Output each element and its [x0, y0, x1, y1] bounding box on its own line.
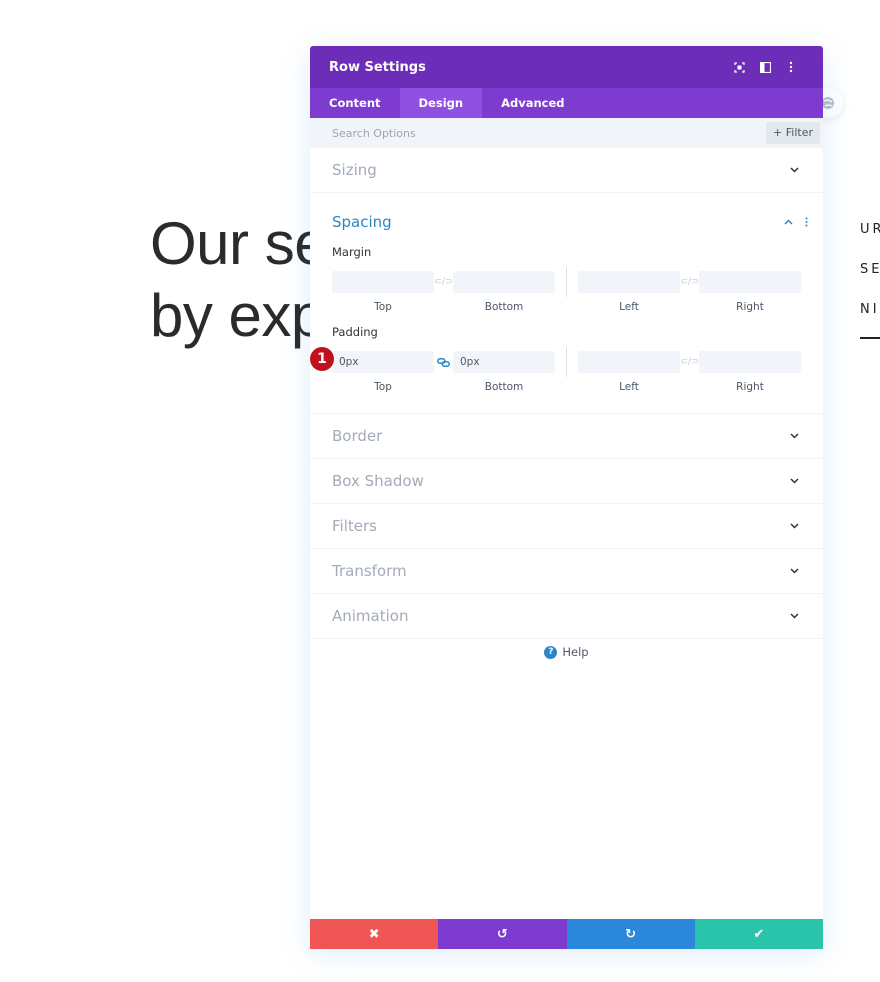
padding-bottom-input[interactable]: 0px — [453, 351, 555, 373]
tab-design[interactable]: Design — [399, 88, 483, 118]
heading-line-1: Our se — [150, 210, 328, 277]
sublabel-top: Top — [374, 381, 392, 393]
step-badge: 1 — [310, 347, 334, 371]
chevron-down-icon — [787, 429, 801, 443]
padding-left-input[interactable] — [578, 351, 680, 373]
section-title: Animation — [332, 607, 409, 625]
menu-item[interactable]: SE — [860, 260, 880, 300]
undo-icon: ↺ — [496, 926, 508, 942]
chevron-down-icon — [787, 474, 801, 488]
globe-icon — [822, 97, 834, 109]
menu-underline — [860, 337, 880, 339]
sublabel-right: Right — [736, 381, 764, 393]
background-menu: UR SE NIS — [860, 220, 880, 340]
divider — [566, 347, 567, 377]
redo-icon: ↻ — [625, 926, 637, 942]
padding-label: Padding — [332, 325, 378, 339]
modal-footer: ✖ ↺ ↻ ✔ — [310, 919, 823, 949]
modal-header: Row Settings — [310, 46, 823, 88]
menu-item[interactable]: UR — [860, 220, 880, 260]
heading-line-2: by exp — [150, 282, 324, 349]
section-title: Transform — [332, 562, 407, 580]
sublabel-top: Top — [374, 301, 392, 313]
search-input[interactable]: Search Options — [332, 127, 766, 140]
link-icon[interactable]: ⊂/⊃ — [680, 351, 699, 373]
modal-title: Row Settings — [329, 59, 426, 75]
divider — [566, 267, 567, 297]
margin-left-input[interactable] — [578, 271, 680, 293]
section-spacing: Spacing Margin ⊂/⊃ ⊂/⊃ Top Bottom Left R… — [310, 193, 823, 414]
link-icon[interactable]: ⊂/⊃ — [434, 271, 453, 293]
margin-row: ⊂/⊃ ⊂/⊃ — [332, 267, 801, 297]
section-title: Box Shadow — [332, 472, 424, 490]
section-box-shadow[interactable]: Box Shadow — [310, 459, 823, 504]
tab-content[interactable]: Content — [310, 88, 400, 118]
section-title: Border — [332, 427, 383, 445]
sublabel-right: Right — [736, 301, 764, 313]
sublabel-left: Left — [619, 301, 639, 313]
tab-advanced[interactable]: Advanced — [482, 88, 583, 118]
background-heading: Our se by exp — [150, 208, 328, 352]
section-animation[interactable]: Animation — [310, 594, 823, 639]
padding-sublabels: Top Bottom Left Right — [332, 381, 801, 393]
undo-button[interactable]: ↺ — [438, 919, 567, 949]
padding-right-input[interactable] — [699, 351, 801, 373]
save-button[interactable]: ✔ — [694, 919, 823, 949]
menu-item[interactable]: NIS — [860, 300, 880, 340]
tab-bar: Content Design Advanced — [310, 88, 823, 118]
sublabel-bottom: Bottom — [484, 301, 524, 313]
section-sizing[interactable]: Sizing — [310, 148, 823, 193]
more-vertical-icon[interactable] — [778, 57, 804, 77]
section-filters[interactable]: Filters — [310, 504, 823, 549]
link-icon[interactable]: ⊂/⊃ — [680, 271, 699, 293]
close-icon: ✖ — [368, 926, 380, 942]
search-bar: Search Options + Filter — [310, 118, 823, 148]
padding-top-input[interactable]: 0px — [332, 351, 434, 373]
sidebar-layout-icon[interactable] — [752, 57, 778, 77]
filter-button[interactable]: + Filter — [766, 122, 820, 144]
help-label: Help — [562, 645, 589, 659]
section-title: Filters — [332, 517, 377, 535]
chevron-up-icon[interactable] — [781, 215, 795, 229]
margin-label: Margin — [332, 245, 372, 259]
chevron-down-icon — [787, 609, 801, 623]
link-active-icon[interactable] — [434, 351, 453, 373]
cancel-button[interactable]: ✖ — [310, 919, 439, 949]
chevron-down-icon — [787, 519, 801, 533]
check-icon: ✔ — [753, 926, 765, 942]
section-title[interactable]: Spacing — [332, 213, 781, 231]
help-link[interactable]: ? Help — [310, 645, 823, 659]
redo-button[interactable]: ↻ — [566, 919, 695, 949]
margin-sublabels: Top Bottom Left Right — [332, 301, 801, 313]
help-icon: ? — [544, 645, 558, 659]
section-transform[interactable]: Transform — [310, 549, 823, 594]
sublabel-bottom: Bottom — [484, 381, 524, 393]
sublabel-left: Left — [619, 381, 639, 393]
section-title: Sizing — [332, 161, 377, 179]
margin-bottom-input[interactable] — [453, 271, 555, 293]
chevron-down-icon — [787, 163, 801, 177]
row-settings-modal: Row Settings Content Design Advanced Sea… — [310, 46, 823, 949]
padding-row: 1 0px 0px ⊂/⊃ — [310, 347, 801, 377]
expand-icon[interactable] — [726, 57, 752, 77]
chevron-down-icon — [787, 564, 801, 578]
section-options-icon[interactable] — [799, 215, 813, 229]
section-border[interactable]: Border — [310, 414, 823, 459]
margin-top-input[interactable] — [332, 271, 434, 293]
margin-right-input[interactable] — [699, 271, 801, 293]
